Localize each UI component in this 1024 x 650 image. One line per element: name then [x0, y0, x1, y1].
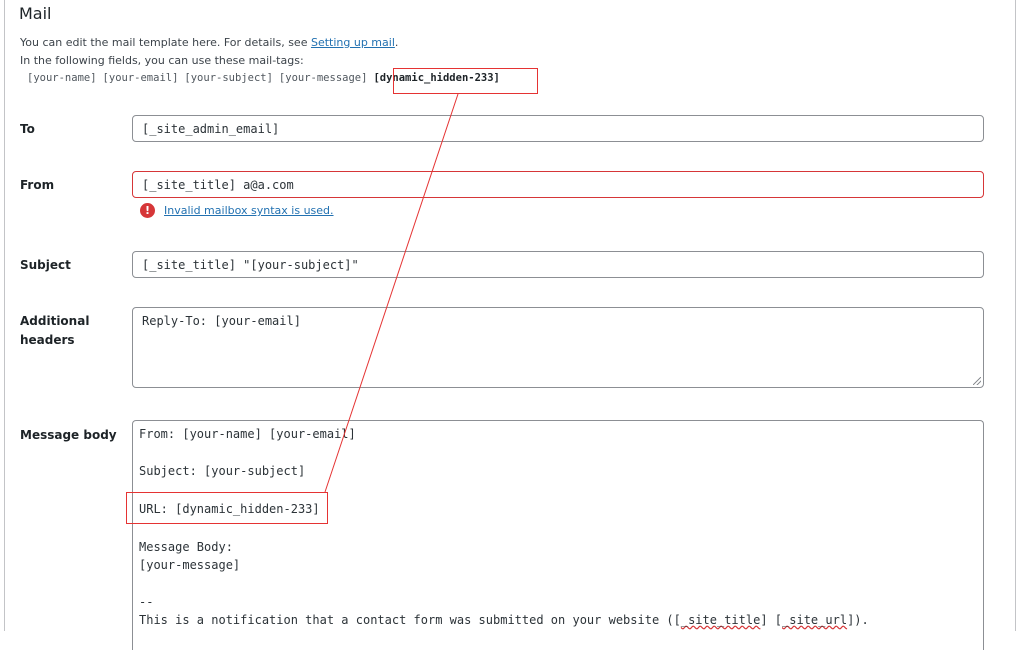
- annotation-line: [324, 93, 459, 493]
- annotation-connector: [324, 93, 459, 493]
